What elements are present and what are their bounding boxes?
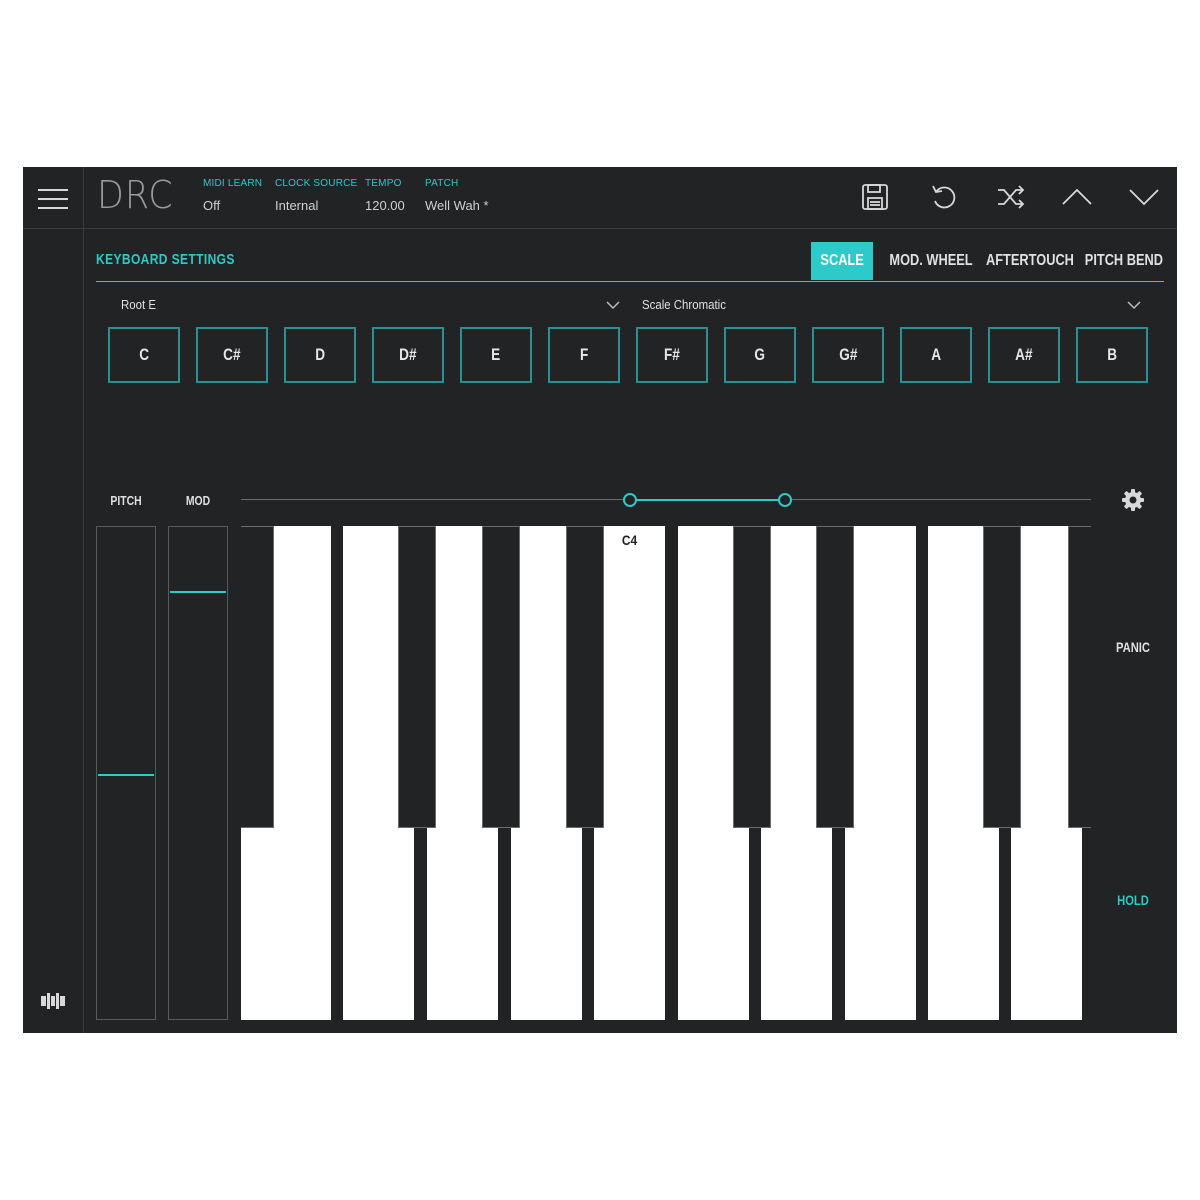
- mod-level-indicator: [170, 591, 226, 593]
- black-key[interactable]: [816, 526, 854, 828]
- note-button[interactable]: A#: [988, 327, 1060, 383]
- note-button[interactable]: D: [284, 327, 356, 383]
- mod-wheel-slider[interactable]: [168, 526, 228, 1020]
- note-button[interactable]: F#: [636, 327, 708, 383]
- tempo-info[interactable]: TEMPO 120.00: [365, 178, 405, 213]
- midi-learn-value: Off: [203, 198, 221, 213]
- tab-pitch-bend[interactable]: PITCH BEND: [1075, 242, 1169, 280]
- note-button[interactable]: D#: [372, 327, 444, 383]
- menu-icon[interactable]: [38, 189, 68, 209]
- pitch-bend-slider[interactable]: [96, 526, 156, 1020]
- app-window: DRC MIDI LEARN Off CLOCK SOURCE Internal…: [23, 167, 1177, 1033]
- clock-source-label: CLOCK SOURCE: [275, 178, 358, 189]
- panic-button[interactable]: PANIC: [1109, 639, 1157, 655]
- divider: [23, 228, 83, 229]
- black-key[interactable]: [733, 526, 771, 828]
- tempo-value: 120.00: [365, 198, 405, 213]
- note-button[interactable]: G#: [812, 327, 884, 383]
- note-button[interactable]: C: [108, 327, 180, 383]
- gear-icon[interactable]: [1121, 488, 1145, 512]
- note-button[interactable]: F: [548, 327, 620, 383]
- section-divider: [96, 281, 1164, 282]
- keyboard-range-selection: [629, 499, 784, 501]
- root-dropdown-value: Root E: [121, 297, 156, 312]
- save-icon[interactable]: [857, 179, 893, 215]
- patch-label: PATCH: [425, 178, 459, 189]
- scale-dropdown-value: Scale Chromatic: [642, 297, 726, 312]
- note-button[interactable]: E: [460, 327, 532, 383]
- tempo-label: TEMPO: [365, 178, 402, 189]
- note-button[interactable]: G: [724, 327, 796, 383]
- scale-dropdown[interactable]: Scale Chromatic: [642, 295, 1142, 319]
- clock-source-info[interactable]: CLOCK SOURCE Internal: [275, 178, 357, 213]
- black-key[interactable]: [398, 526, 436, 828]
- black-key[interactable]: [566, 526, 604, 828]
- root-dropdown[interactable]: Root E: [121, 295, 621, 319]
- range-end-handle[interactable]: [778, 493, 792, 507]
- chevron-up-icon[interactable]: [1059, 179, 1095, 215]
- keyboard-settings-title: KEYBOARD SETTINGS: [96, 251, 235, 268]
- black-key[interactable]: [482, 526, 520, 828]
- shuffle-icon[interactable]: [993, 179, 1029, 215]
- tab-mod-wheel[interactable]: MOD. WHEEL: [879, 242, 972, 280]
- key-label-c4: C4: [621, 532, 638, 548]
- note-button[interactable]: C#: [196, 327, 268, 383]
- patch-info[interactable]: PATCH Well Wah *: [425, 178, 489, 213]
- midi-learn-info[interactable]: MIDI LEARN Off: [203, 178, 262, 213]
- black-key[interactable]: [241, 526, 274, 828]
- keyboard-view-icon[interactable]: [41, 993, 65, 1009]
- hold-button[interactable]: HOLD: [1109, 892, 1157, 908]
- chevron-down-icon: [1127, 301, 1141, 310]
- range-start-handle[interactable]: [623, 493, 637, 507]
- sidebar: [23, 167, 84, 1033]
- clock-source-value: Internal: [275, 198, 319, 213]
- piano-keyboard: C4: [241, 526, 1091, 1020]
- mod-label: MOD: [185, 493, 211, 508]
- tab-aftertouch[interactable]: AFTERTOUCH: [975, 242, 1074, 280]
- note-button[interactable]: A: [900, 327, 972, 383]
- header-divider: [83, 228, 1177, 229]
- white-key[interactable]: [845, 526, 916, 1020]
- pitch-level-indicator: [98, 774, 154, 776]
- patch-value: Well Wah *: [425, 198, 489, 213]
- white-key[interactable]: C4: [594, 526, 665, 1020]
- pitch-label: PITCH: [110, 493, 142, 508]
- app-logo: DRC: [97, 173, 174, 217]
- undo-icon[interactable]: [925, 179, 961, 215]
- midi-learn-label: MIDI LEARN: [203, 178, 263, 189]
- chevron-down-icon: [606, 301, 620, 310]
- black-key[interactable]: [1068, 526, 1091, 828]
- tab-scale[interactable]: SCALE: [811, 242, 873, 280]
- black-key[interactable]: [983, 526, 1021, 828]
- note-button[interactable]: B: [1076, 327, 1148, 383]
- chevron-down-icon[interactable]: [1126, 179, 1162, 215]
